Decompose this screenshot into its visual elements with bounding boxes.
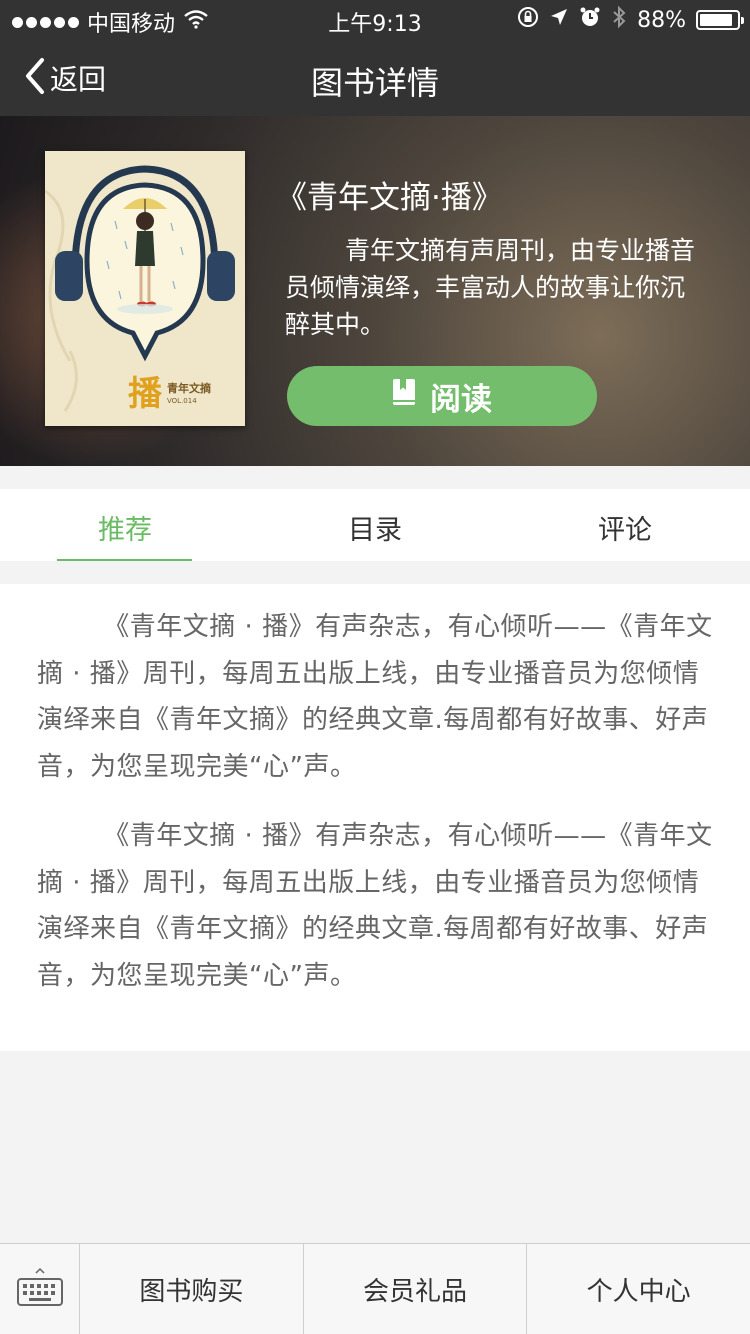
tab-bar: 推荐 目录 评论 (0, 489, 750, 561)
cover-sub: VOL.014 (167, 397, 197, 405)
keyboard-icon (16, 1267, 64, 1311)
book-hero: 播 青年文摘 VOL.014 《青年文摘·播》 青年文摘有声周刊，由专业播音员倾… (0, 116, 750, 466)
alarm-icon (579, 6, 601, 34)
status-bar: 中国移动 上午9:13 88% (0, 0, 750, 40)
menu-book-purchase[interactable]: 图书购买 (80, 1244, 304, 1334)
page-title: 图书详情 (310, 64, 439, 102)
battery-fill (700, 14, 732, 26)
nav-bar: 返回 图书详情 (0, 40, 750, 116)
menu-member-gifts[interactable]: 会员礼品 (304, 1244, 528, 1334)
location-icon (549, 7, 569, 33)
content-paragraph: 《青年文摘 · 播》有声杂志，有心倾听——《青年文摘 · 播》周刊，每周五出版上… (37, 612, 713, 782)
battery-icon (696, 10, 744, 30)
keyboard-toggle-button[interactable] (0, 1244, 80, 1334)
recommend-content: 《青年文摘 · 播》有声杂志，有心倾听——《青年文摘 · 播》周刊，每周五出版上… (0, 584, 750, 1051)
tab-recommend[interactable]: 推荐 (0, 489, 250, 561)
book-description: 青年文摘有声周刊，由专业播音员倾情演绎，丰富动人的故事让你沉醉其中。 (285, 236, 696, 339)
battery-pct: 88% (637, 7, 686, 33)
tab-comments[interactable]: 评论 (500, 489, 750, 561)
book-cover-image[interactable]: 播 青年文摘 VOL.014 (44, 151, 245, 426)
menu-personal-center[interactable]: 个人中心 (527, 1244, 750, 1334)
bluetooth-icon (611, 5, 627, 35)
tab-catalog[interactable]: 目录 (250, 489, 500, 561)
bottom-menu-bar: 图书购买 会员礼品 个人中心 (0, 1243, 750, 1334)
orientation-lock-icon (517, 6, 539, 34)
read-button-label: 阅读 (430, 381, 492, 418)
cover-brand: 青年文摘 (167, 382, 211, 395)
content-paragraph: 《青年文摘 · 播》有声杂志，有心倾听——《青年文摘 · 播》周刊，每周五出版上… (37, 821, 713, 991)
cover-main-char: 播 (128, 374, 162, 414)
book-title: 《青年文摘·播》 (276, 180, 503, 216)
status-right: 88% (517, 5, 744, 35)
read-button[interactable]: 阅读 (287, 366, 597, 426)
book-icon (392, 378, 416, 414)
